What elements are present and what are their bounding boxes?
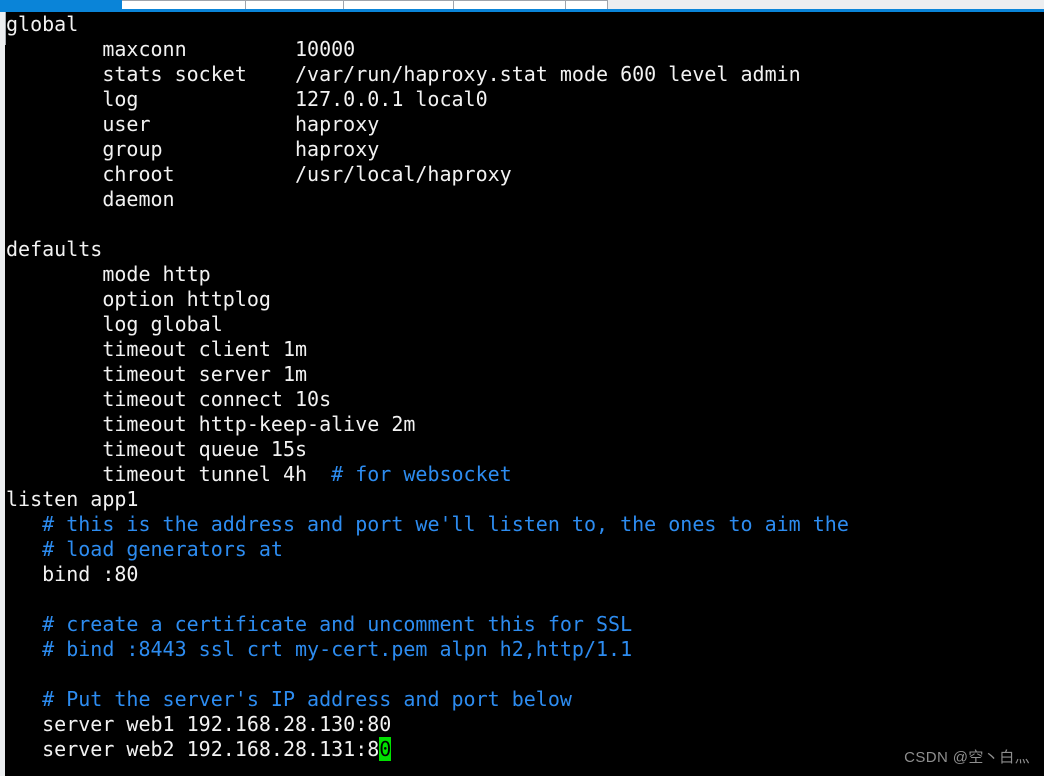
code-text: timeout client 1m [6, 337, 308, 361]
code-line: # bind :8443 ssl crt my-cert.pem alpn h2… [6, 637, 1044, 662]
tab-4[interactable] [454, 0, 566, 9]
code-text: timeout server 1m [6, 362, 308, 386]
code-line: log global [6, 312, 1044, 337]
code-text: user haproxy [6, 112, 380, 136]
code-line: timeout server 1m [6, 362, 1044, 387]
code-line: # create a certificate and uncomment thi… [6, 612, 1044, 637]
code-line: timeout connect 10s [6, 387, 1044, 412]
code-line: option httplog [6, 287, 1044, 312]
code-text: stats socket /var/run/haproxy.stat mode … [6, 62, 801, 86]
tab-0-active[interactable] [0, 0, 122, 9]
tab-2[interactable] [246, 0, 344, 9]
code-line: defaults [6, 237, 1044, 262]
code-line: daemon [6, 187, 1044, 212]
code-text: server web1 192.168.28.130:80 [6, 712, 392, 736]
csdn-watermark: CSDN @空丶白灬 [904, 749, 1030, 766]
config-file-content: global maxconn 10000 stats socket /var/r… [6, 12, 1044, 762]
code-line: user haproxy [6, 112, 1044, 137]
code-text: listen app1 [6, 487, 139, 511]
code-line: timeout http-keep-alive 2m [6, 412, 1044, 437]
code-line: chroot /usr/local/haproxy [6, 162, 1044, 187]
terminal-window: global maxconn 10000 stats socket /var/r… [0, 0, 1044, 776]
code-comment: # this is the address and port we'll lis… [42, 512, 849, 536]
code-line: log 127.0.0.1 local0 [6, 87, 1044, 112]
code-line: timeout client 1m [6, 337, 1044, 362]
code-text: group haproxy [6, 137, 380, 161]
code-line: bind :80 [6, 562, 1044, 587]
code-line: listen app1 [6, 487, 1044, 512]
code-line: # load generators at [6, 537, 1044, 562]
code-text: maxconn 10000 [6, 37, 356, 61]
tab-5[interactable] [566, 0, 608, 9]
tab-1[interactable] [122, 0, 246, 9]
code-line: mode http [6, 262, 1044, 287]
code-line: timeout queue 15s [6, 437, 1044, 462]
code-text: bind :80 [6, 562, 139, 586]
code-text: option httplog [6, 287, 271, 311]
window-left-rail [0, 12, 5, 776]
code-text: mode http [6, 262, 211, 286]
code-text: chroot /usr/local/haproxy [6, 162, 512, 186]
tab-strip-filler [608, 0, 1044, 9]
tab-strip [0, 0, 1044, 9]
tab-3[interactable] [344, 0, 454, 9]
code-text: log global [6, 312, 223, 336]
code-line: group haproxy [6, 137, 1044, 162]
code-line: timeout tunnel 4h # for websocket [6, 462, 1044, 487]
code-text: log 127.0.0.1 local0 [6, 87, 488, 111]
text-cursor: 0 [379, 737, 392, 761]
terminal-text-area[interactable]: global maxconn 10000 stats socket /var/r… [6, 12, 1044, 776]
code-text: defaults [6, 237, 103, 261]
code-text: timeout tunnel 4h [6, 462, 332, 486]
code-line: stats socket /var/run/haproxy.stat mode … [6, 62, 1044, 87]
code-text: timeout queue 15s [6, 437, 308, 461]
code-comment: # Put the server's IP address and port b… [42, 687, 572, 711]
code-comment: # create a certificate and uncomment thi… [42, 612, 633, 636]
code-line: # Put the server's IP address and port b… [6, 687, 1044, 712]
code-comment: # for websocket [331, 462, 512, 486]
code-line: global [6, 12, 1044, 37]
code-comment: # load generators at [42, 537, 283, 561]
code-line: server web2 192.168.28.131:80 [6, 737, 1044, 762]
code-text: global [6, 12, 79, 36]
code-text: server web2 192.168.28.131:8 [6, 737, 380, 761]
code-line: # this is the address and port we'll lis… [6, 512, 1044, 537]
code-line: maxconn 10000 [6, 37, 1044, 62]
code-text: timeout http-keep-alive 2m [6, 412, 416, 436]
code-text: timeout connect 10s [6, 387, 332, 411]
code-comment: # bind :8443 ssl crt my-cert.pem alpn h2… [42, 637, 633, 661]
code-line: server web1 192.168.28.130:80 [6, 712, 1044, 737]
code-text: daemon [6, 187, 175, 211]
